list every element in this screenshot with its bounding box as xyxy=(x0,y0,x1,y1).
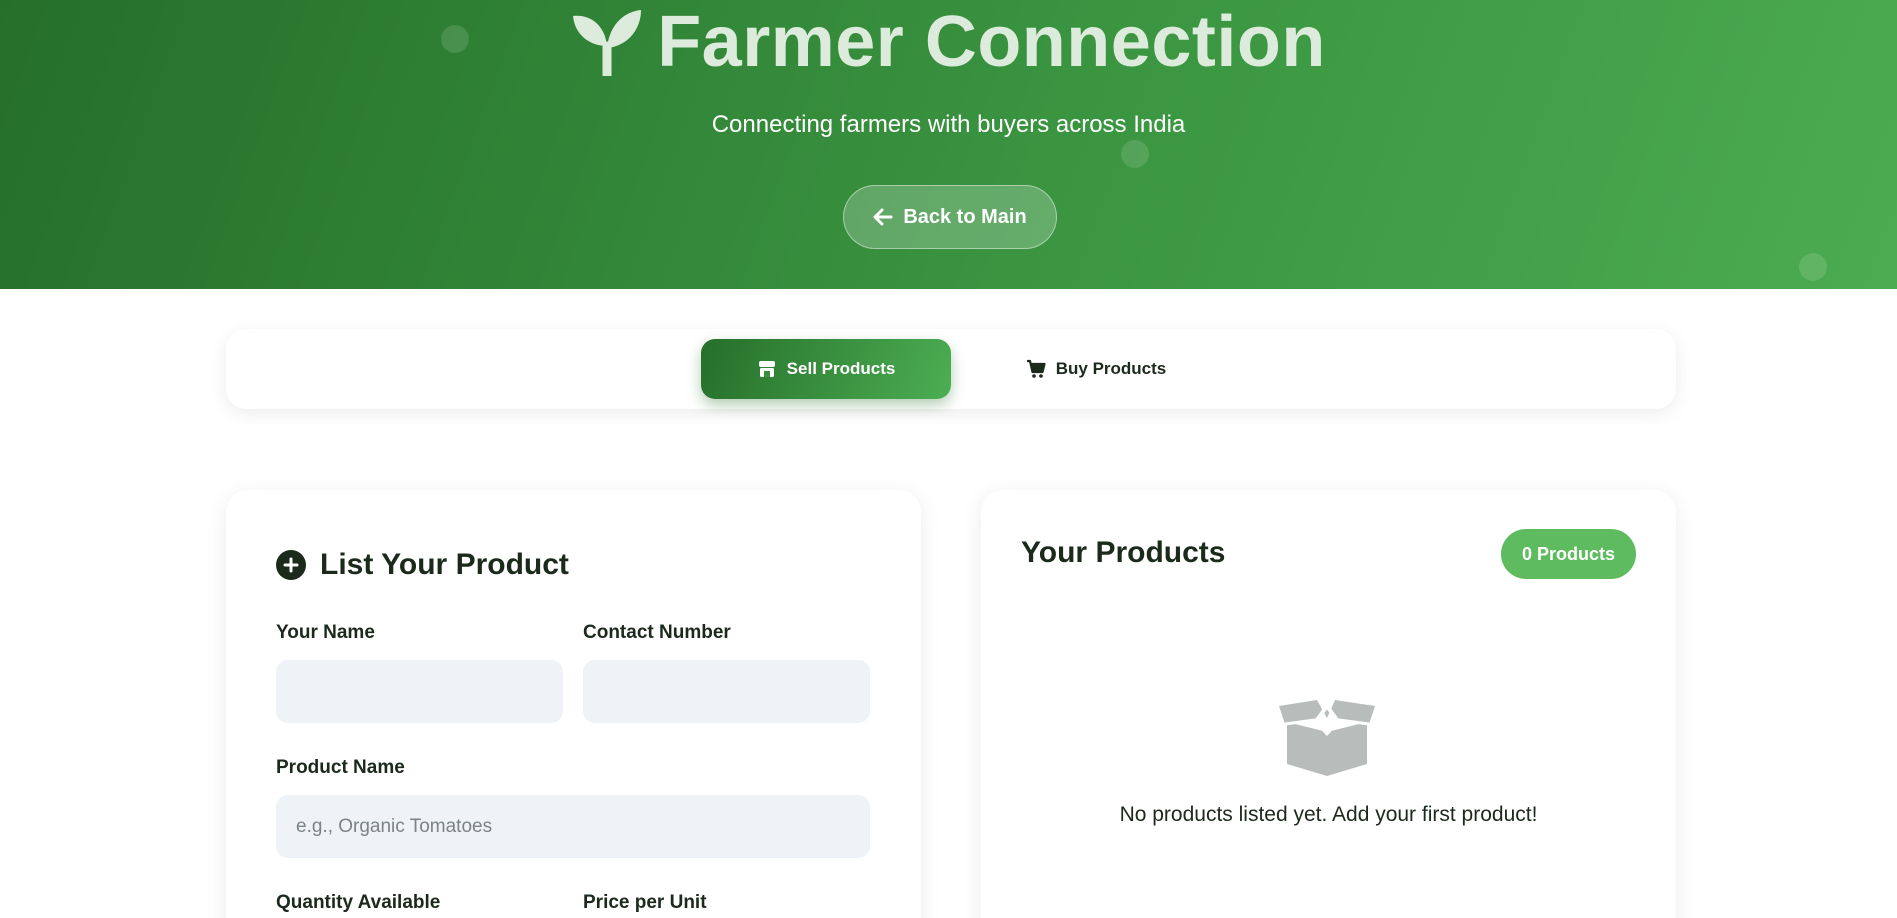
form-title: List Your Product xyxy=(276,548,569,582)
page-title: Farmer Connection xyxy=(0,0,1897,84)
tab-label: Buy Products xyxy=(1055,359,1167,378)
products-heading: Your Products xyxy=(1021,536,1226,569)
empty-state-message: No products listed yet. Add your first p… xyxy=(1119,803,1538,826)
tab-label: Sell Products xyxy=(786,359,896,378)
arrow-left-icon xyxy=(873,208,893,226)
contact-number-input[interactable] xyxy=(583,660,870,723)
form-heading: List Your Product xyxy=(320,548,569,581)
cart-icon xyxy=(1026,359,1046,378)
your-products-panel: Your Products 0 Products No products lis… xyxy=(981,490,1676,918)
list-product-form: List Your Product Your Name Contact Numb… xyxy=(226,490,921,918)
your-name-input[interactable] xyxy=(276,660,563,723)
product-name-input[interactable] xyxy=(276,795,870,858)
back-to-main-button[interactable]: Back to Main xyxy=(843,185,1057,249)
app-title: Farmer Connection xyxy=(657,2,1326,82)
seedling-icon xyxy=(573,10,642,76)
contact-number-label: Contact Number xyxy=(583,622,731,643)
decorative-bubble xyxy=(1121,140,1149,168)
back-button-label: Back to Main xyxy=(903,205,1027,228)
app-subtitle: Connecting farmers with buyers across In… xyxy=(711,111,1186,138)
plus-circle-icon xyxy=(276,550,306,580)
tab-buy-products[interactable]: Buy Products xyxy=(996,339,1196,399)
tab-sell-products[interactable]: Sell Products xyxy=(701,339,951,399)
store-icon xyxy=(758,361,775,377)
product-count-badge: 0 Products xyxy=(1501,529,1636,579)
quantity-available-label: Quantity Available xyxy=(276,892,441,913)
open-box-icon xyxy=(1279,700,1375,776)
your-name-label: Your Name xyxy=(276,622,375,643)
decorative-bubble xyxy=(1799,253,1827,281)
tab-bar: Sell Products Buy Products xyxy=(226,329,1676,409)
price-per-unit-label: Price per Unit xyxy=(583,892,707,913)
hero-header: Farmer Connection Connecting farmers wit… xyxy=(0,0,1897,289)
product-name-label: Product Name xyxy=(276,757,405,778)
